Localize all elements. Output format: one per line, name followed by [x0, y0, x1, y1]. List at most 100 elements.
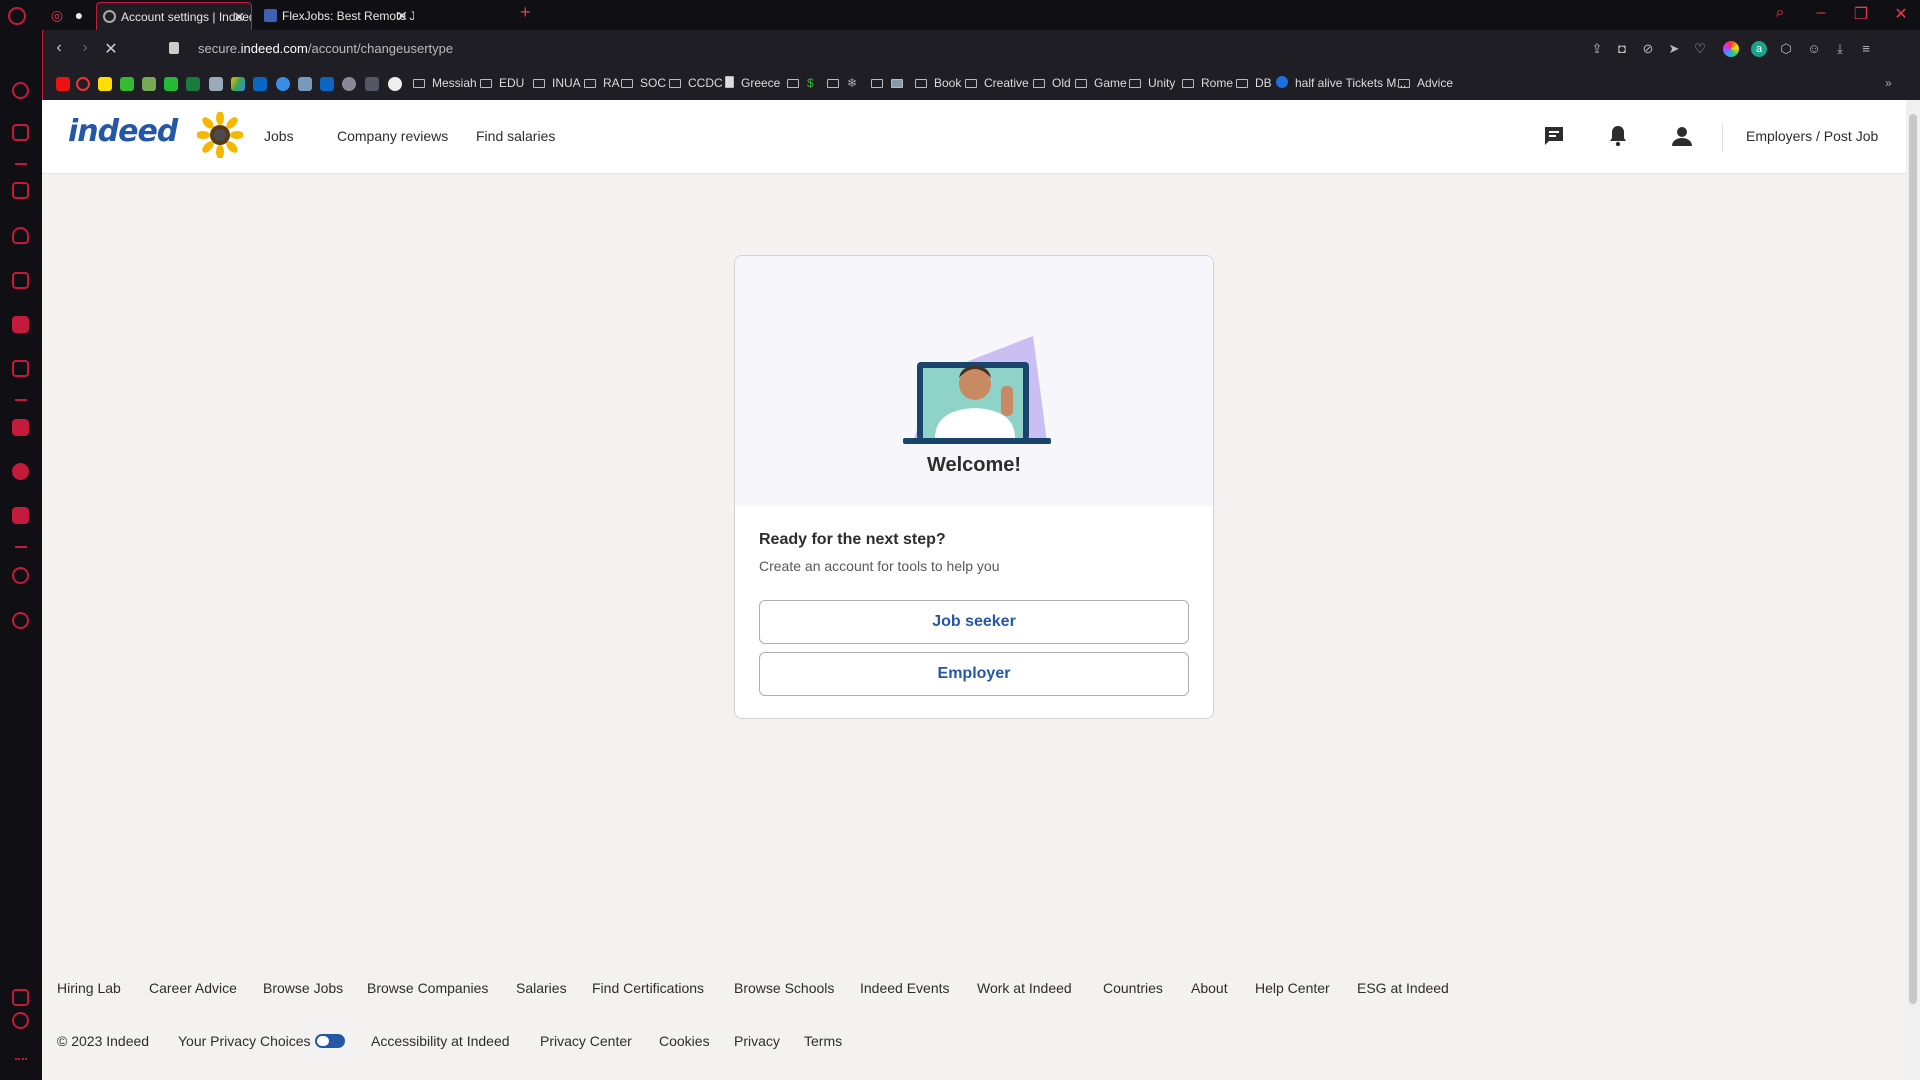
twitter-icon[interactable]: [12, 463, 29, 480]
bookmark-page[interactable]: half alive Tickets M...: [1276, 76, 1406, 90]
nav-company-reviews[interactable]: Company reviews: [337, 128, 448, 144]
snowflake-icon[interactable]: ❄: [847, 76, 857, 90]
bookmark-folder[interactable]: SOC: [621, 76, 666, 90]
bookmark-page[interactable]: Greece: [725, 76, 780, 90]
heart-icon[interactable]: ♡: [1691, 40, 1709, 58]
chatgpt-icon[interactable]: [209, 77, 223, 91]
bookmark-folder[interactable]: [871, 76, 890, 90]
history-icon[interactable]: [12, 567, 29, 584]
snapchat-icon[interactable]: [98, 77, 112, 91]
footer-link[interactable]: Terms: [804, 1033, 842, 1049]
download-icon[interactable]: ⤓: [1831, 40, 1849, 58]
bookmark-icon[interactable]: [298, 77, 312, 91]
video-icon[interactable]: [12, 360, 29, 377]
bookmark-folder[interactable]: Advice: [1398, 76, 1453, 90]
more-bookmarks-icon[interactable]: »: [1885, 76, 1892, 90]
more-icon[interactable]: [15, 1058, 27, 1061]
forward-button[interactable]: ›: [75, 39, 95, 57]
footer-link[interactable]: Indeed Events: [860, 980, 950, 996]
scrollbar-thumb[interactable]: [1909, 114, 1917, 1004]
bookmark-folder[interactable]: Game: [1075, 76, 1127, 90]
bookmark-folder[interactable]: [787, 76, 806, 90]
bookmark-folder[interactable]: RA: [584, 76, 620, 90]
discord-icon[interactable]: [12, 507, 29, 524]
close-icon[interactable]: ✕: [233, 3, 245, 30]
bag-icon[interactable]: [12, 124, 29, 141]
workspaces-icon[interactable]: [12, 989, 29, 1006]
bookmark-folder[interactable]: Messiah: [413, 76, 477, 90]
chat-icon[interactable]: [164, 77, 178, 91]
footer-link[interactable]: Accessibility at Indeed: [371, 1033, 510, 1049]
person-icon[interactable]: [142, 77, 156, 91]
bookmark-folder[interactable]: Book: [915, 76, 961, 90]
job-seeker-button[interactable]: Job seeker: [759, 600, 1189, 644]
footer-link[interactable]: Salaries: [516, 980, 567, 996]
easy-setup-icon[interactable]: ≡: [1857, 40, 1875, 58]
linkedin-icon[interactable]: [320, 77, 334, 91]
url-field[interactable]: secure.indeed.com/account/changeusertype: [198, 41, 453, 56]
notifications-bell-icon[interactable]: [1606, 124, 1630, 148]
employers-post-job-link[interactable]: Employers / Post Job: [1746, 128, 1878, 144]
privacy-choices-link[interactable]: Your Privacy Choices: [178, 1033, 345, 1049]
camera-icon[interactable]: ◘: [1613, 40, 1631, 58]
profile-icon[interactable]: [1670, 124, 1694, 148]
nav-jobs[interactable]: Jobs: [264, 128, 294, 144]
footer-link[interactable]: Browse Companies: [367, 980, 488, 996]
bookmark-folder[interactable]: Rome: [1182, 76, 1233, 90]
lock-icon[interactable]: [169, 42, 179, 54]
github-icon[interactable]: ●: [70, 6, 88, 24]
list-icon[interactable]: [12, 316, 29, 333]
tab-account-settings[interactable]: Account settings | Indeed A ✕: [96, 2, 252, 30]
dollar-icon[interactable]: $: [807, 76, 814, 90]
share-icon[interactable]: ⇪: [1588, 40, 1606, 58]
tab-flexjobs[interactable]: FlexJobs: Best Remote Jobs ✕: [258, 2, 414, 30]
close-window-icon[interactable]: ✕: [1886, 4, 1916, 24]
footer-link[interactable]: Hiring Lab: [57, 980, 121, 996]
gamepad-icon[interactable]: [12, 272, 29, 289]
settings-icon[interactable]: [12, 612, 29, 629]
home-icon[interactable]: [12, 182, 29, 199]
footer-link[interactable]: Countries: [1103, 980, 1163, 996]
color-extension-icon[interactable]: [1723, 41, 1739, 57]
restore-icon[interactable]: ❐: [1846, 4, 1876, 24]
minimize-icon[interactable]: –: [1806, 4, 1836, 22]
bars-icon[interactable]: [365, 77, 379, 91]
sheets-icon[interactable]: [186, 77, 200, 91]
instagram-icon[interactable]: [12, 419, 29, 436]
profile-icon[interactable]: ☺: [1805, 40, 1823, 58]
outlook-icon[interactable]: [253, 77, 267, 91]
footer-link[interactable]: Privacy Center: [540, 1033, 632, 1049]
bookmark-folder[interactable]: EDU: [480, 76, 524, 90]
footer-link[interactable]: About: [1191, 980, 1228, 996]
grammar-extension-icon[interactable]: a: [1751, 41, 1767, 57]
stop-loading-button[interactable]: ✕: [101, 39, 121, 59]
footer-link[interactable]: Find Certifications: [592, 980, 704, 996]
bookmark-folder[interactable]: DB: [1236, 76, 1272, 90]
tv-icon[interactable]: [891, 76, 910, 90]
bookmark-folder[interactable]: Creative: [965, 76, 1029, 90]
opera-logo-icon[interactable]: [8, 7, 26, 25]
footer-link[interactable]: Browse Schools: [734, 980, 834, 996]
nav-find-salaries[interactable]: Find salaries: [476, 128, 555, 144]
bookmark-folder[interactable]: Unity: [1129, 76, 1175, 90]
page-scrollbar[interactable]: [1906, 100, 1920, 1080]
pen-icon[interactable]: [120, 77, 134, 91]
extensions-icon[interactable]: [12, 1012, 29, 1029]
close-icon[interactable]: ✕: [396, 2, 408, 30]
drive-icon[interactable]: [231, 77, 245, 91]
search-tabs-icon[interactable]: ⌕: [1765, 4, 1795, 22]
github-icon[interactable]: [388, 77, 402, 91]
footer-link[interactable]: ESG at Indeed: [1357, 980, 1449, 996]
opera-icon[interactable]: [76, 77, 90, 91]
footer-link[interactable]: Browse Jobs: [263, 980, 343, 996]
youtube-icon[interactable]: [56, 77, 70, 91]
employer-button[interactable]: Employer: [759, 652, 1189, 696]
send-icon[interactable]: ➤: [1665, 40, 1683, 58]
bookmark-folder[interactable]: CCDC: [669, 76, 723, 90]
footer-link[interactable]: Help Center: [1255, 980, 1330, 996]
messenger-icon[interactable]: [276, 77, 290, 91]
indeed-logo[interactable]: indeed: [68, 114, 178, 149]
pinned-tab-icon[interactable]: ◎: [48, 6, 66, 24]
back-button[interactable]: ‹: [49, 39, 69, 57]
bookmark-folder[interactable]: [827, 76, 846, 90]
